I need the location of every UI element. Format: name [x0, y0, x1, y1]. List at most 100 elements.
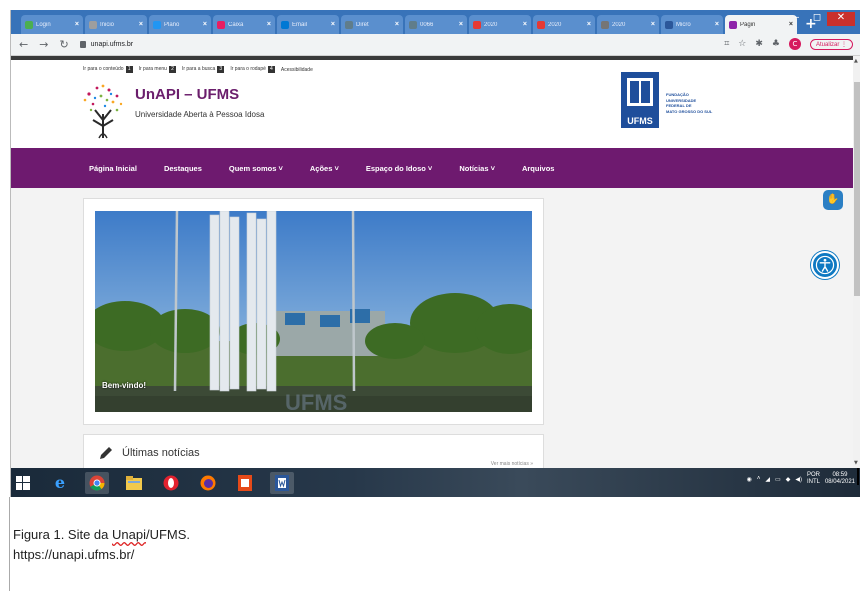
tab-favicon-icon: [537, 20, 545, 29]
taskbar-clock[interactable]: 08:59 08/04/2021: [825, 472, 855, 486]
puzzle-icon[interactable]: ♣: [772, 39, 780, 49]
bookmark-star-icon[interactable]: ☆: [738, 39, 746, 49]
tray-app-icon[interactable]: ◉: [747, 476, 752, 483]
browser-tab[interactable]: Plano ×: [149, 15, 211, 34]
firefox-icon[interactable]: [196, 472, 220, 494]
file-explorer-icon[interactable]: [122, 472, 146, 494]
tab-favicon-icon: [25, 20, 33, 29]
chrome-icon[interactable]: [85, 471, 109, 494]
opera-icon[interactable]: [159, 472, 183, 494]
network-icon[interactable]: ◢: [765, 476, 770, 483]
browser-tab[interactable]: 2020 ×: [533, 15, 595, 34]
nav-destaques[interactable]: Destaques: [164, 164, 202, 173]
nav-quem-somos[interactable]: Quem somos ˅: [229, 164, 283, 173]
update-button[interactable]: Atualizar ⋮: [809, 38, 853, 50]
page-scrollbar[interactable]: ▲ ▼: [853, 56, 860, 468]
translate-icon[interactable]: ⌗: [724, 39, 729, 49]
language-indicator[interactable]: POR INTL: [807, 472, 820, 486]
document-page: Login × Inicio × Plano × Caixa × Email × Dire…: [0, 0, 863, 591]
hero-card: UFMS Bem-vindo!: [83, 198, 544, 425]
tab-close-icon[interactable]: ×: [459, 21, 463, 28]
tab-close-icon[interactable]: ×: [203, 21, 207, 28]
tab-favicon-icon: [665, 20, 673, 29]
tab-favicon-icon: [89, 20, 97, 29]
hero-caption[interactable]: Bem-vindo!: [102, 381, 146, 390]
back-arrow-icon[interactable]: ←: [19, 38, 28, 51]
tab-close-icon[interactable]: ×: [523, 21, 527, 28]
volume-icon[interactable]: ◀): [795, 476, 802, 483]
main-navigation: Página Inicial Destaques Quem somos ˅ Aç…: [11, 148, 853, 188]
main-content: UFMS Bem-vindo! Últimas notícias Ver mai…: [11, 188, 853, 468]
tab-favicon-icon: [281, 20, 289, 29]
internet-explorer-icon[interactable]: e: [48, 472, 72, 494]
tree-logo-icon[interactable]: [79, 80, 127, 140]
tab-favicon-icon: [217, 20, 225, 29]
browser-tab[interactable]: Login ×: [21, 15, 83, 34]
close-window-button[interactable]: ✕: [827, 12, 855, 26]
browser-tab[interactable]: 2020 ×: [469, 15, 531, 34]
chat-bubble-icon[interactable]: ✋: [823, 190, 843, 210]
nav-espaco-do-idoso[interactable]: Espaço do Idoso ˅: [366, 164, 432, 173]
maximize-button[interactable]: ◻: [807, 12, 827, 26]
tab-close-icon[interactable]: ×: [587, 21, 591, 28]
skip-link-footer[interactable]: Ir para o rodapé 4: [230, 66, 275, 73]
scroll-up-icon[interactable]: ▲: [854, 58, 858, 64]
device-icon[interactable]: ▭: [775, 476, 781, 483]
nav-acoes[interactable]: Ações ˅: [310, 164, 339, 173]
more-news-link[interactable]: Ver mais notícias »: [491, 461, 533, 467]
hero-image[interactable]: UFMS Bem-vindo!: [95, 211, 532, 412]
skip-link-search[interactable]: Ir para a busca 3: [182, 66, 225, 73]
skip-link-accessibility[interactable]: Acessibilidade: [281, 67, 313, 73]
browser-tab[interactable]: Email ×: [277, 15, 339, 34]
figure-url: https://unapi.ufms.br/: [13, 547, 135, 562]
tab-close-icon[interactable]: ×: [139, 21, 143, 28]
tab-close-icon[interactable]: ×: [395, 21, 399, 28]
figure-caption-line: Figura 1. Site da Unapi/UFMS.: [13, 527, 191, 542]
word-icon[interactable]: [270, 471, 294, 494]
nav-pagina-inicial[interactable]: Página Inicial: [89, 164, 137, 173]
tab-favicon-icon: [409, 20, 417, 29]
scroll-down-icon[interactable]: ▼: [854, 460, 858, 466]
url-text: unapi.ufms.br: [90, 41, 134, 48]
profile-avatar[interactable]: C: [788, 38, 801, 50]
tray-chevron-icon[interactable]: ˄: [757, 476, 761, 482]
skip-link-content[interactable]: Ir para o conteúdo 1: [83, 66, 133, 73]
tab-close-icon[interactable]: ×: [651, 21, 655, 28]
ufms-logo[interactable]: UFMS FUNDAÇÃO UNIVERSIDADE FEDERAL DE MA…: [621, 72, 741, 128]
tab-favicon-icon: [729, 20, 737, 29]
nav-arquivos[interactable]: Arquivos: [522, 164, 555, 173]
tab-close-icon[interactable]: ×: [75, 21, 79, 28]
tab-close-icon[interactable]: ×: [267, 21, 271, 28]
browser-tab[interactable]: 0066 ×: [405, 15, 467, 34]
screenshot-figure: Login × Inicio × Plano × Caixa × Email × Dire…: [10, 10, 860, 497]
extension-icon[interactable]: ✱: [755, 39, 763, 49]
start-button[interactable]: [11, 472, 35, 494]
chat-tray-icon[interactable]: ◆: [786, 476, 791, 483]
news-card: Últimas notícias Ver mais notícias »: [83, 434, 544, 468]
accessibility-icon[interactable]: [811, 251, 839, 279]
browser-tab[interactable]: Micro ×: [661, 15, 723, 34]
browser-tab[interactable]: Caixa ×: [213, 15, 275, 34]
tab-close-icon[interactable]: ×: [331, 21, 335, 28]
forward-arrow-icon[interactable]: →: [39, 38, 48, 51]
ufms-logo-icon: UFMS: [621, 72, 659, 128]
skip-links: Ir para o conteúdo 1 Ir para menu 2 Ir par…: [83, 66, 313, 73]
tab-close-icon[interactable]: ×: [715, 21, 719, 28]
skip-link-menu[interactable]: Ir para menu 2: [139, 66, 176, 73]
site-title[interactable]: UnAPI – UFMS: [135, 86, 239, 103]
text-cursor: [857, 468, 859, 485]
nav-noticias[interactable]: Notícias ˅: [459, 164, 495, 173]
scrollbar-thumb[interactable]: [854, 82, 860, 296]
ufms-foundation-text: FUNDAÇÃO UNIVERSIDADE FEDERAL DE MATO GR…: [666, 92, 713, 114]
minimize-button[interactable]: –: [787, 12, 807, 26]
site-subtitle: Universidade Aberta à Pessoa Idosa: [135, 110, 265, 119]
campus-photo: UFMS: [95, 211, 532, 412]
browser-tab[interactable]: 2020 ×: [597, 15, 659, 34]
url-field[interactable]: unapi.ufms.br: [79, 37, 800, 53]
browser-tab[interactable]: Inicio ×: [85, 15, 147, 34]
system-tray: ◉ ˄ ◢ ▭ ◆ ◀) POR INTL 08:59 08/04/2021: [747, 472, 855, 486]
pdf-reader-icon[interactable]: [233, 472, 257, 494]
site-header: Ir para o conteúdo 1 Ir para menu 2 Ir par…: [11, 60, 853, 148]
browser-tab[interactable]: Diret ×: [341, 15, 403, 34]
reload-icon[interactable]: ↻: [59, 38, 68, 51]
